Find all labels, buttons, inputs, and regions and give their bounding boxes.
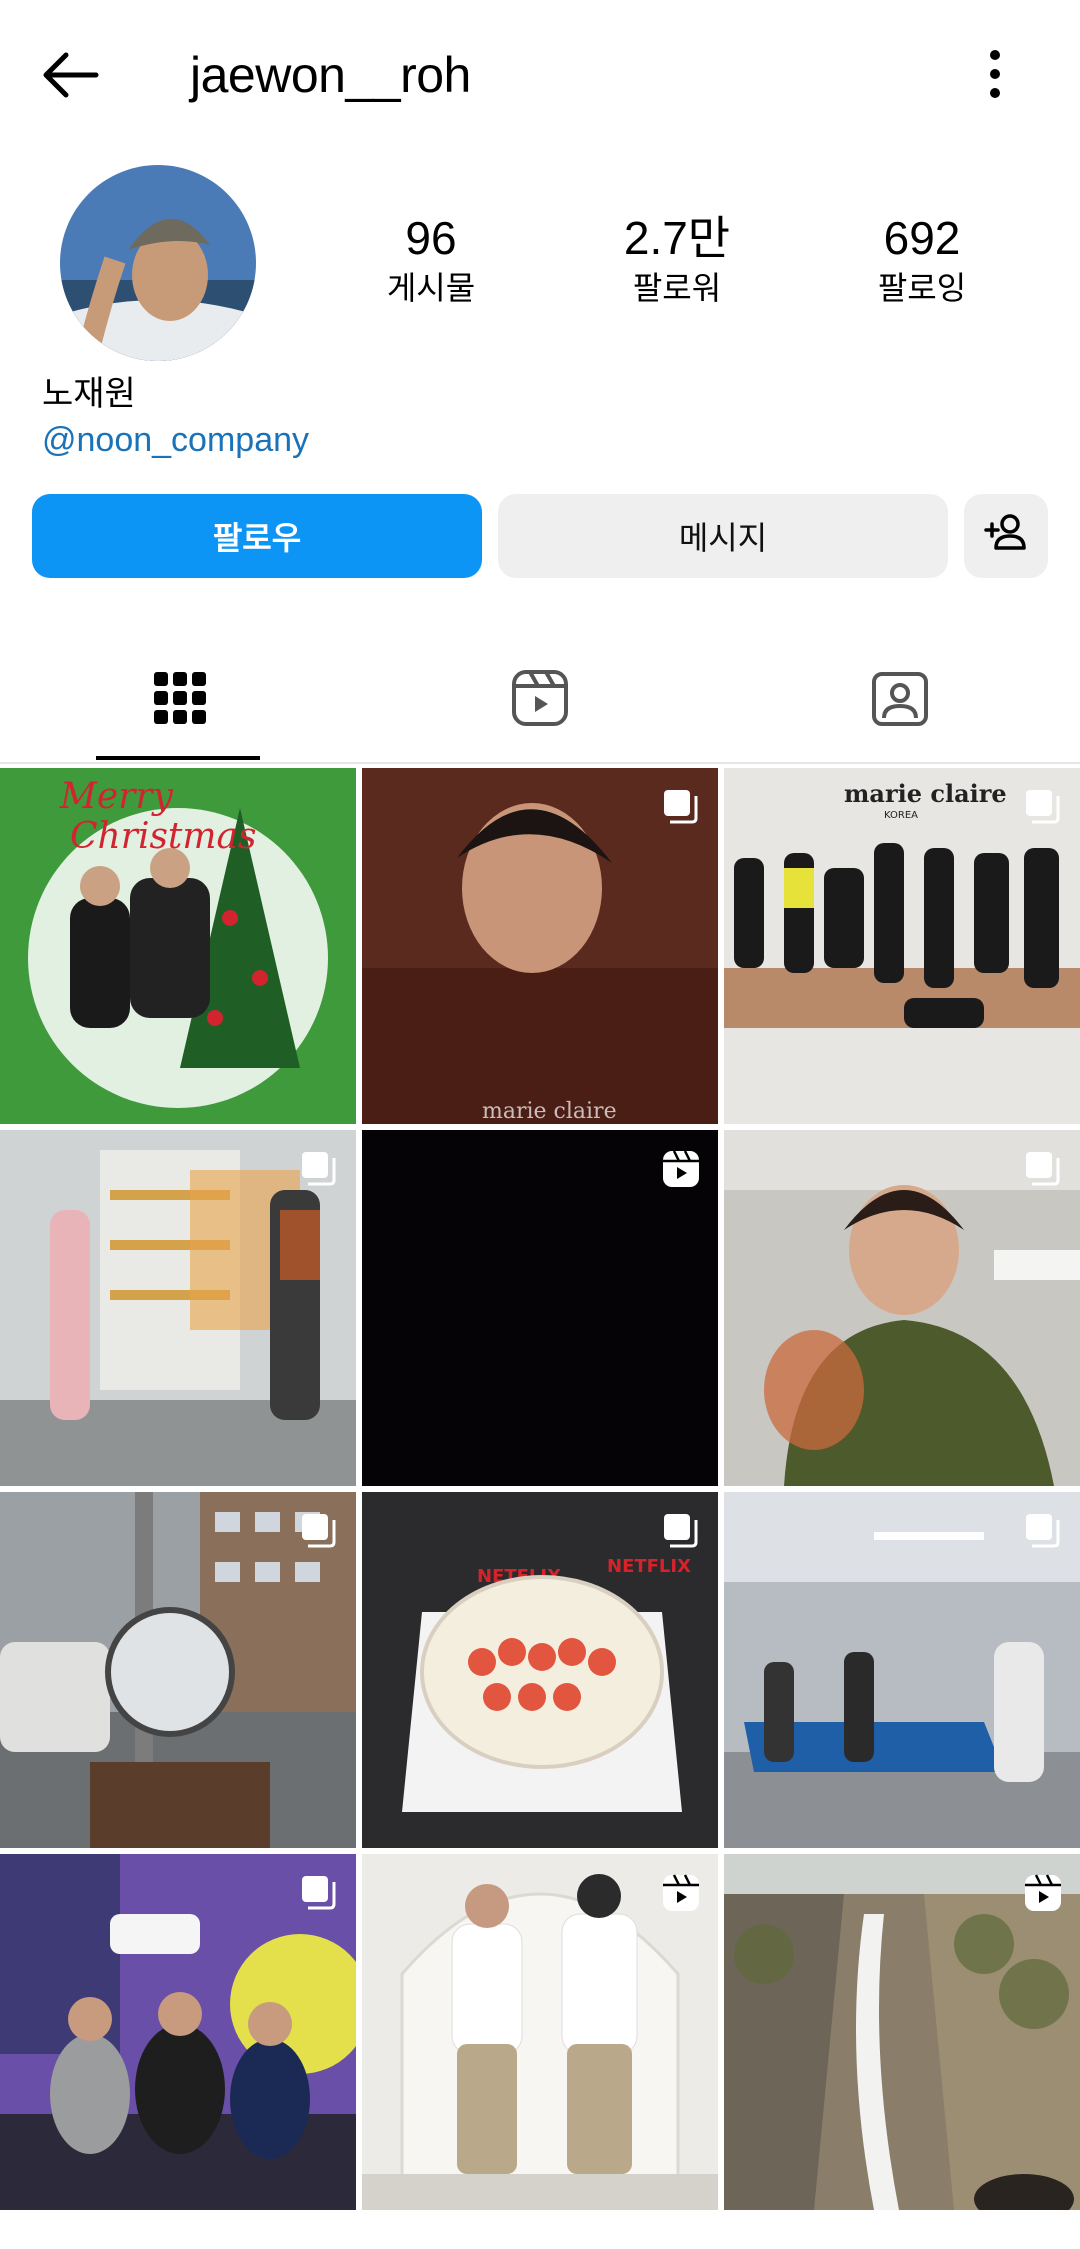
selected-tab-indicator xyxy=(96,756,260,760)
posts-count: 96 xyxy=(405,212,457,264)
profile-mention-link[interactable]: @noon_company xyxy=(42,418,309,462)
profile-username: jaewon__roh xyxy=(190,47,471,103)
following-label: 팔로잉 xyxy=(877,270,967,306)
message-button[interactable]: 메시지 xyxy=(498,494,948,578)
add-person-icon xyxy=(982,508,1030,564)
post-tile[interactable] xyxy=(0,1130,356,1486)
post-tile[interactable] xyxy=(724,1130,1080,1486)
post-tile[interactable] xyxy=(362,1130,718,1486)
carousel-icon xyxy=(302,1514,336,1548)
profile-tabs xyxy=(0,640,1080,764)
carousel-icon xyxy=(1026,790,1060,824)
reel-icon xyxy=(1025,1874,1061,1911)
top-bar: jaewon__roh xyxy=(0,0,1080,150)
carousel-icon xyxy=(302,1152,336,1186)
post-tile[interactable] xyxy=(0,1492,356,1848)
more-options-icon[interactable] xyxy=(960,40,1030,110)
profile-display-name: 노재원 xyxy=(42,375,136,413)
svg-text:marie claire: marie claire xyxy=(482,1099,617,1124)
follow-button[interactable]: 팔로우 xyxy=(32,494,482,578)
svg-text:marie claire: marie claire xyxy=(844,779,1007,808)
post-tile[interactable] xyxy=(0,1854,356,2210)
svg-text:NETFLIX: NETFLIX xyxy=(607,1556,691,1577)
posts-label: 게시물 xyxy=(386,270,476,306)
reel-icon xyxy=(663,1874,699,1911)
post-tile[interactable] xyxy=(362,1854,718,2210)
reels-icon xyxy=(510,668,570,733)
tab-posts-grid[interactable] xyxy=(0,640,360,760)
divider xyxy=(0,762,1080,764)
following-count: 692 xyxy=(883,212,961,264)
post-tile[interactable] xyxy=(724,1854,1080,2210)
post-tile[interactable]: marie claire xyxy=(362,768,718,1124)
posts-count-stat[interactable]: 96 게시물 xyxy=(331,210,531,310)
carousel-icon xyxy=(302,1876,336,1910)
carousel-icon xyxy=(1026,1514,1060,1548)
svg-text:KOREA: KOREA xyxy=(884,810,918,821)
post-thumbnail: Merry Christmas xyxy=(0,768,356,1124)
carousel-icon xyxy=(1026,1152,1060,1186)
reel-icon xyxy=(663,1150,699,1187)
followers-count: 2.7만 xyxy=(623,212,731,264)
followers-label: 팔로워 xyxy=(632,270,722,306)
post-tile[interactable]: Merry Christmas xyxy=(0,768,356,1124)
post-tile[interactable]: marie claire KOREA xyxy=(724,768,1080,1124)
avatar[interactable] xyxy=(60,165,256,361)
tab-tagged[interactable] xyxy=(720,640,1080,760)
suggest-people-button[interactable] xyxy=(964,494,1048,578)
grid-icon xyxy=(152,670,208,731)
carousel-icon xyxy=(664,1514,698,1548)
svg-text:Merry: Merry xyxy=(59,776,174,817)
followers-stat[interactable]: 2.7만 팔로워 xyxy=(577,210,777,310)
post-tile[interactable]: NETFLIX NETFLIX xyxy=(362,1492,718,1848)
back-arrow-icon[interactable] xyxy=(38,40,108,110)
tagged-icon xyxy=(870,668,930,733)
carousel-icon xyxy=(664,790,698,824)
post-tile[interactable] xyxy=(724,1492,1080,1848)
following-stat[interactable]: 692 팔로잉 xyxy=(822,210,1022,310)
tab-reels[interactable] xyxy=(360,640,720,760)
